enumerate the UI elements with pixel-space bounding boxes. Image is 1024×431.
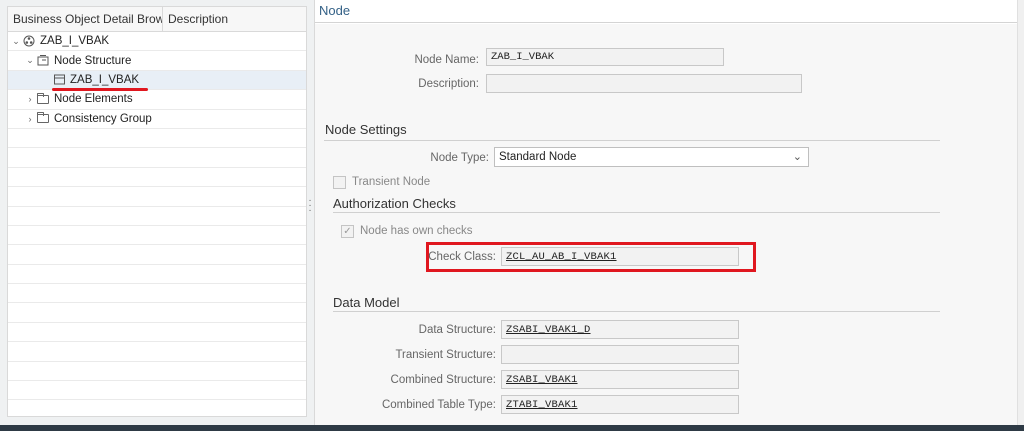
tree-item-business-object[interactable]: ⌄ ZAB_I_VBAK [8, 32, 306, 52]
transient-node-checkbox[interactable] [333, 176, 346, 189]
node-settings-title: Node Settings [325, 122, 407, 137]
panel-splitter-handle[interactable]: · · · [308, 196, 312, 216]
data-structure-label: Data Structure: [418, 324, 496, 336]
tree-item-node-structure[interactable]: ⌄ Node Structure [8, 51, 306, 71]
chevron-right-icon[interactable]: › [24, 94, 36, 104]
transient-structure-field [501, 345, 739, 364]
folder-icon [36, 112, 50, 125]
tree-empty-row [8, 226, 306, 246]
own-checks-label: Node has own checks [360, 225, 473, 237]
tree-empty-row [8, 284, 306, 304]
tree-empty-row [8, 168, 306, 188]
authorization-checks-title: Authorization Checks [333, 196, 456, 211]
tree-empty-row [8, 148, 306, 168]
business-object-icon [22, 35, 36, 47]
chevron-down-icon: ⌄ [792, 151, 802, 163]
check-class-label: Check Class: [428, 251, 496, 263]
bottom-bar [0, 425, 1024, 431]
own-checks-checkbox[interactable]: ✓ [341, 225, 354, 238]
vertical-scrollbar[interactable] [1017, 0, 1024, 425]
column-header-detail-browser[interactable]: Business Object Detail Brow... [8, 7, 163, 31]
tree-header: Business Object Detail Brow... Descripti… [8, 7, 306, 32]
transient-structure-label: Transient Structure: [395, 349, 496, 361]
tree-item-label: Node Structure [54, 54, 132, 67]
data-structure-link[interactable]: ZSABI_VBAK1_D [501, 320, 739, 339]
tree-item-consistency-group[interactable]: › Consistency Group [8, 110, 306, 129]
tree-item-label: Consistency Group [54, 112, 152, 125]
section-divider [333, 311, 940, 312]
tree-item-label: Node Elements [54, 93, 133, 106]
tree-empty-row [8, 342, 306, 362]
column-header-description[interactable]: Description [163, 7, 228, 31]
combined-structure-link[interactable]: ZSABI_VBAK1 [501, 370, 739, 389]
node-type-value: Standard Node [499, 151, 577, 163]
node-detail-panel: Node Node Name: ZAB_I_VBAK Description: … [314, 0, 1018, 425]
tree-item-node-elements[interactable]: › Node Elements [8, 90, 306, 110]
combined-structure-label: Combined Structure: [390, 374, 496, 386]
tree-item-node-selected[interactable]: ZAB_I_VBAK [8, 70, 306, 91]
data-model-title: Data Model [333, 295, 400, 310]
folder-icon [36, 92, 50, 105]
panel-title-bar: Node [315, 0, 1017, 23]
section-divider [324, 140, 940, 141]
description-label: Description: [418, 78, 479, 90]
panel-title: Node [319, 3, 351, 18]
tree-empty-row [8, 323, 306, 343]
node-structure-icon [36, 55, 50, 67]
description-field[interactable] [486, 74, 802, 93]
transient-node-label: Transient Node [352, 176, 431, 188]
check-class-link[interactable]: ZCL_AU_AB_I_VBAK1 [501, 247, 739, 266]
tree-empty-row [8, 187, 306, 207]
tree-empty-row [8, 265, 306, 285]
chevron-right-icon[interactable]: › [24, 114, 36, 124]
business-object-tree-panel: Business Object Detail Brow... Descripti… [7, 6, 307, 417]
tree-rows: ⌄ ZAB_I_VBAK ⌄ Node Structure ZAB_I_VBAK… [8, 32, 306, 401]
node-icon [52, 74, 66, 86]
chevron-down-icon[interactable]: ⌄ [10, 36, 22, 47]
tree-item-label: ZAB_I_VBAK [40, 35, 110, 48]
tree-empty-row [8, 245, 306, 265]
tree-empty-row [8, 129, 306, 149]
node-type-label: Node Type: [430, 152, 489, 164]
node-name-field: ZAB_I_VBAK [486, 48, 724, 66]
tree-empty-row [8, 303, 306, 323]
combined-table-type-label: Combined Table Type: [381, 399, 496, 411]
tree-empty-row [8, 381, 306, 401]
tree-item-label: ZAB_I_VBAK [70, 73, 140, 86]
tree-empty-row [8, 207, 306, 226]
node-name-label: Node Name: [414, 54, 479, 66]
tree-empty-row [8, 362, 306, 382]
node-type-select[interactable]: Standard Node ⌄ [494, 147, 809, 167]
combined-table-type-link[interactable]: ZTABI_VBAK1 [501, 395, 739, 414]
panel-body: Node Name: ZAB_I_VBAK Description: Node … [315, 24, 1018, 425]
chevron-down-icon[interactable]: ⌄ [24, 55, 36, 66]
section-divider [333, 212, 940, 213]
